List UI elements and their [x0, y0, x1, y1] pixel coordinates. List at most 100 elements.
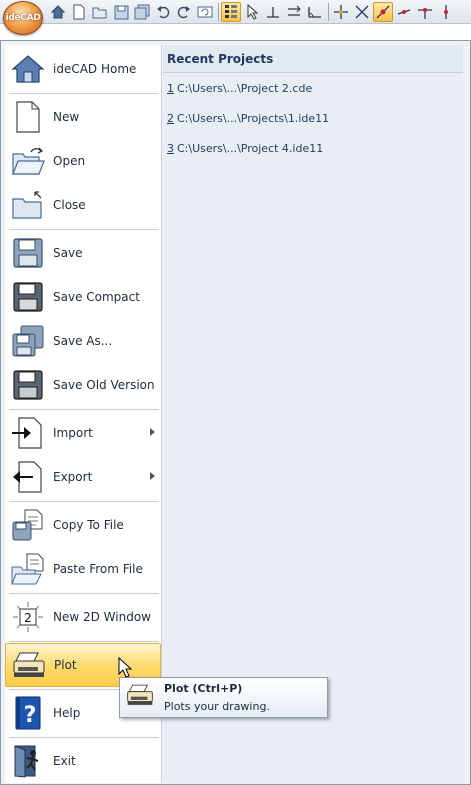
menu-item-open[interactable]: Open: [5, 139, 161, 183]
new-file-icon[interactable]: [69, 2, 89, 22]
export-icon: [10, 459, 46, 495]
submenu-arrow-icon: [150, 472, 155, 480]
menu-item-label: New 2D Window: [53, 610, 151, 624]
menu-item-label: Import: [53, 426, 93, 440]
exit-door-icon: [10, 743, 46, 779]
snap-parallel-icon[interactable]: [284, 2, 304, 22]
plot-tooltip: Plot (Ctrl+P) Plots your drawing.: [119, 677, 328, 718]
menu-item-label: New: [53, 110, 80, 124]
menu-item-label: Plot: [54, 658, 77, 672]
snap-perpendicular-icon[interactable]: [263, 2, 283, 22]
snap-intersection-icon[interactable]: [373, 2, 393, 22]
menu-item-copy-to-file[interactable]: Copy To File: [5, 503, 161, 547]
help-icon: ?: [10, 695, 46, 731]
menu-item-paste-from-file[interactable]: Paste From File: [5, 547, 161, 591]
recent-project-path: C:\Users\...\Project 4.ide11: [177, 142, 324, 155]
copy-to-file-icon: [10, 507, 46, 543]
snap-end-icon[interactable]: [394, 2, 414, 22]
recent-project-number: 2: [167, 112, 174, 125]
snap-midpoint-icon[interactable]: [352, 2, 372, 22]
menu-item-close[interactable]: Close: [5, 183, 161, 227]
import-icon: [10, 415, 46, 451]
tooltip-description: Plots your drawing.: [164, 700, 270, 713]
tooltip-title: Plot (Ctrl+P): [164, 682, 243, 695]
recent-projects-header: Recent Projects: [163, 45, 463, 73]
home-icon: [10, 51, 46, 87]
menu-item-label: Open: [53, 154, 86, 168]
mouse-cursor-icon: [118, 656, 134, 679]
recent-project-number: 1: [167, 82, 174, 95]
menu-item-label: Close: [53, 198, 86, 212]
new-file-icon: [10, 99, 46, 135]
open-folder-icon[interactable]: [90, 2, 110, 22]
cursor-snap-icon[interactable]: [242, 2, 262, 22]
menu-item-label: Paste From File: [53, 562, 143, 576]
application-menu: ideCAD Home New Open Close Save Save Com…: [0, 40, 471, 785]
grid-snap-icon[interactable]: [331, 2, 351, 22]
quick-access-toolbar: [0, 0, 471, 24]
recent-project-item[interactable]: 2 C:\Users\...\Projects\1.ide11: [163, 104, 463, 134]
menu-item-new-2d-window[interactable]: 2 New 2D Window: [5, 595, 161, 639]
recent-project-item[interactable]: 3 C:\Users\...\Project 4.ide11: [163, 134, 463, 164]
snap-nearest-icon[interactable]: [436, 2, 456, 22]
recent-project-path: C:\Users\...\Projects\1.ide11: [177, 112, 330, 125]
menu-item-import[interactable]: Import: [5, 411, 161, 455]
toolbar-icons: [48, 2, 457, 22]
save-compact-icon: [10, 279, 46, 315]
undo-icon[interactable]: [153, 2, 173, 22]
menu-item-label: Save: [53, 246, 83, 260]
submenu-arrow-icon: [150, 428, 155, 436]
menu-divider: [9, 737, 159, 738]
menu-divider: [9, 229, 159, 230]
new-2d-window-icon: 2: [10, 599, 46, 635]
menu-item-save-compact[interactable]: Save Compact: [5, 275, 161, 319]
plot-printer-icon: [126, 683, 154, 711]
save-icon[interactable]: [111, 2, 131, 22]
menu-item-label: Copy To File: [53, 518, 124, 532]
open-folder-icon: [10, 143, 46, 179]
application-menu-button[interactable]: ideCAD: [3, 1, 43, 35]
menu-item-save-old-version[interactable]: Save Old Version: [5, 363, 161, 407]
menu-item-label: Exit: [53, 754, 76, 768]
plot-printer-icon: [11, 647, 47, 683]
save-as-icon: [10, 323, 46, 359]
menu-item-label: Help: [53, 706, 81, 720]
snap-angle-icon[interactable]: [305, 2, 325, 22]
recent-projects-panel: Recent Projects 1 C:\Users\...\Project 2.…: [163, 45, 463, 783]
recent-project-item[interactable]: 1 C:\Users\...\Project 2.cde: [163, 74, 463, 104]
recent-project-number: 3: [167, 142, 174, 155]
toolbar-separator: [218, 3, 219, 21]
layers-icon[interactable]: [221, 2, 241, 22]
menu-commands: ideCAD Home New Open Close Save Save Com…: [5, 45, 162, 783]
menu-divider: [9, 641, 159, 642]
app-logo-text: ideCAD: [5, 13, 41, 23]
save-icon: [10, 235, 46, 271]
save-all-icon[interactable]: [132, 2, 152, 22]
menu-item-label: Export: [53, 470, 93, 484]
redo-icon[interactable]: [174, 2, 194, 22]
svg-text:2: 2: [24, 611, 32, 625]
save-old-version-icon: [10, 367, 46, 403]
paste-from-file-icon: [10, 551, 46, 587]
refresh-view-icon[interactable]: [195, 2, 215, 22]
menu-item-new[interactable]: New: [5, 95, 161, 139]
menu-divider: [9, 93, 159, 94]
menu-divider: [9, 409, 159, 410]
menu-item-exit[interactable]: Exit: [5, 739, 161, 783]
toolbar-separator: [328, 3, 329, 21]
menu-divider: [9, 593, 159, 594]
menu-item-save[interactable]: Save: [5, 231, 161, 275]
recent-project-path: C:\Users\...\Project 2.cde: [177, 82, 313, 95]
menu-item-save-as[interactable]: Save As...: [5, 319, 161, 363]
menu-item-idecad-home[interactable]: ideCAD Home: [5, 47, 161, 91]
snap-center-icon[interactable]: [415, 2, 435, 22]
menu-divider: [9, 501, 159, 502]
menu-item-export[interactable]: Export: [5, 455, 161, 499]
home-icon[interactable]: [48, 2, 68, 22]
menu-item-label: Save Old Version: [53, 378, 155, 392]
close-folder-icon: [10, 187, 46, 223]
menu-item-label: Save As...: [53, 334, 113, 348]
menu-item-label: Save Compact: [53, 290, 140, 304]
svg-text:?: ?: [24, 703, 37, 728]
menu-item-label: ideCAD Home: [53, 62, 137, 76]
